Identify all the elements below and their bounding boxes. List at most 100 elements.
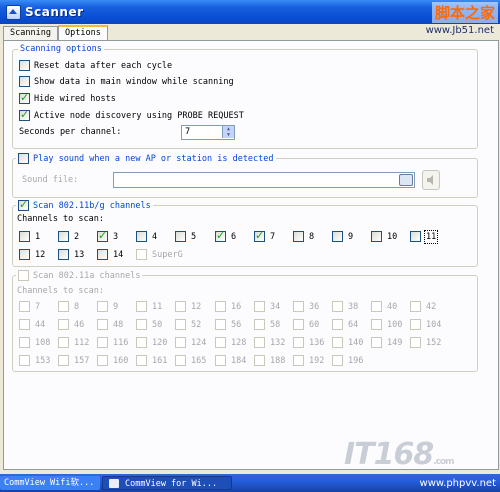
bg-channel-SuperG[interactable]: SuperG: [136, 249, 183, 260]
hide-wired-checkbox[interactable]: [19, 91, 30, 104]
a-channel-checkbox[interactable]: [58, 337, 69, 348]
a-channel-checkbox[interactable]: [19, 355, 30, 366]
a-channel-100[interactable]: 100: [371, 319, 402, 330]
bg-channel-checkbox[interactable]: [371, 231, 382, 242]
a-channel-checkbox[interactable]: [293, 337, 304, 348]
a-channel-checkbox[interactable]: [19, 337, 30, 348]
a-channel-188[interactable]: 188: [254, 355, 285, 366]
a-channel-checkbox[interactable]: [175, 319, 186, 330]
bg-channel-checkbox[interactable]: [332, 231, 343, 242]
a-channel-checkbox[interactable]: [410, 301, 421, 312]
a-channel-checkbox[interactable]: [97, 301, 108, 312]
bg-channel-checkbox[interactable]: [136, 231, 147, 242]
a-channel-34[interactable]: 34: [254, 301, 280, 312]
a-channel-116[interactable]: 116: [97, 337, 128, 348]
a-channel-checkbox[interactable]: [175, 355, 186, 366]
a-channel-checkbox[interactable]: [97, 337, 108, 348]
bg-channel-4[interactable]: 4: [136, 231, 157, 242]
a-channel-checkbox[interactable]: [293, 301, 304, 312]
bg-channel-10[interactable]: 10: [371, 231, 397, 242]
bg-channel-checkbox[interactable]: [175, 231, 186, 242]
a-channel-checkbox[interactable]: [215, 319, 226, 330]
a-legend[interactable]: Scan 802.11a channels: [16, 270, 143, 281]
scan-a-checkbox[interactable]: [18, 270, 29, 281]
a-channel-160[interactable]: 160: [97, 355, 128, 366]
a-channel-checkbox[interactable]: [371, 301, 382, 312]
a-channel-checkbox[interactable]: [97, 355, 108, 366]
a-channel-42[interactable]: 42: [410, 301, 436, 312]
reset-data-checkbox[interactable]: [19, 60, 30, 71]
a-channel-136[interactable]: 136: [293, 337, 324, 348]
a-channel-11[interactable]: 11: [136, 301, 162, 312]
active-discovery-checkbox[interactable]: [19, 108, 30, 121]
a-channel-checkbox[interactable]: [293, 319, 304, 330]
a-channel-checkbox[interactable]: [254, 355, 265, 366]
a-channel-120[interactable]: 120: [136, 337, 167, 348]
a-channel-124[interactable]: 124: [175, 337, 206, 348]
bg-channel-11[interactable]: 11: [410, 229, 439, 244]
bg-channel-checkbox[interactable]: [19, 231, 30, 242]
a-channel-12[interactable]: 12: [175, 301, 201, 312]
a-channel-checkbox[interactable]: [215, 337, 226, 348]
a-channel-56[interactable]: 56: [215, 319, 241, 330]
a-channel-7[interactable]: 7: [19, 301, 40, 312]
bg-channel-12[interactable]: 12: [19, 249, 45, 260]
active-discovery-option[interactable]: Active node discovery using PROBE REQUES…: [19, 108, 244, 121]
a-channel-checkbox[interactable]: [136, 337, 147, 348]
a-channel-140[interactable]: 140: [332, 337, 363, 348]
a-channel-checkbox[interactable]: [410, 337, 421, 348]
a-channel-checkbox[interactable]: [215, 301, 226, 312]
a-channel-checkbox[interactable]: [175, 337, 186, 348]
a-channel-149[interactable]: 149: [371, 337, 402, 348]
a-channel-checkbox[interactable]: [19, 301, 30, 312]
a-channel-8[interactable]: 8: [58, 301, 79, 312]
bg-channel-checkbox[interactable]: [410, 231, 421, 242]
bg-channel-1[interactable]: 1: [19, 231, 40, 242]
bg-channel-14[interactable]: 14: [97, 249, 123, 260]
show-data-checkbox[interactable]: [19, 76, 30, 87]
a-channel-60[interactable]: 60: [293, 319, 319, 330]
taskbar-item-commview-wifi[interactable]: CommView Wifi软...: [0, 476, 100, 490]
a-channel-checkbox[interactable]: [19, 319, 30, 330]
a-channel-9[interactable]: 9: [97, 301, 118, 312]
a-channel-checkbox[interactable]: [371, 319, 382, 330]
show-data-option[interactable]: Show data in main window while scanning: [19, 76, 234, 87]
a-channel-16[interactable]: 16: [215, 301, 241, 312]
bg-channel-5[interactable]: 5: [175, 231, 196, 242]
a-channel-checkbox[interactable]: [215, 355, 226, 366]
a-channel-checkbox[interactable]: [332, 355, 343, 366]
a-channel-checkbox[interactable]: [58, 301, 69, 312]
a-channel-checkbox[interactable]: [58, 319, 69, 330]
a-channel-50[interactable]: 50: [136, 319, 162, 330]
a-channel-44[interactable]: 44: [19, 319, 45, 330]
play-sound-checkbox[interactable]: [18, 153, 29, 164]
bg-legend[interactable]: Scan 802.11b/g channels: [16, 198, 153, 211]
a-channel-checkbox[interactable]: [293, 355, 304, 366]
a-channel-46[interactable]: 46: [58, 319, 84, 330]
a-channel-184[interactable]: 184: [215, 355, 246, 366]
a-channel-38[interactable]: 38: [332, 301, 358, 312]
bg-channel-checkbox[interactable]: [136, 249, 147, 260]
bg-channel-13[interactable]: 13: [58, 249, 84, 260]
a-channel-checkbox[interactable]: [332, 337, 343, 348]
a-channel-108[interactable]: 108: [19, 337, 50, 348]
title-bar[interactable]: Scanner 脚本之家: [0, 0, 500, 24]
bg-channel-checkbox[interactable]: [215, 229, 226, 242]
folder-browse-icon[interactable]: [399, 174, 413, 186]
a-channel-checkbox[interactable]: [136, 301, 147, 312]
a-channel-checkbox[interactable]: [410, 319, 421, 330]
bg-channel-2[interactable]: 2: [58, 231, 79, 242]
bg-channel-checkbox[interactable]: [19, 249, 30, 260]
a-channel-165[interactable]: 165: [175, 355, 206, 366]
a-channel-132[interactable]: 132: [254, 337, 285, 348]
a-channel-40[interactable]: 40: [371, 301, 397, 312]
seconds-per-channel-spinner[interactable]: 7 ▲ ▼: [181, 125, 235, 140]
a-channel-checkbox[interactable]: [254, 337, 265, 348]
a-channel-checkbox[interactable]: [97, 319, 108, 330]
sound-legend[interactable]: Play sound when a new AP or station is d…: [16, 153, 276, 164]
a-channel-104[interactable]: 104: [410, 319, 441, 330]
a-channel-128[interactable]: 128: [215, 337, 246, 348]
bg-channel-checkbox[interactable]: [97, 229, 108, 242]
a-channel-58[interactable]: 58: [254, 319, 280, 330]
bg-channel-checkbox[interactable]: [254, 229, 265, 242]
